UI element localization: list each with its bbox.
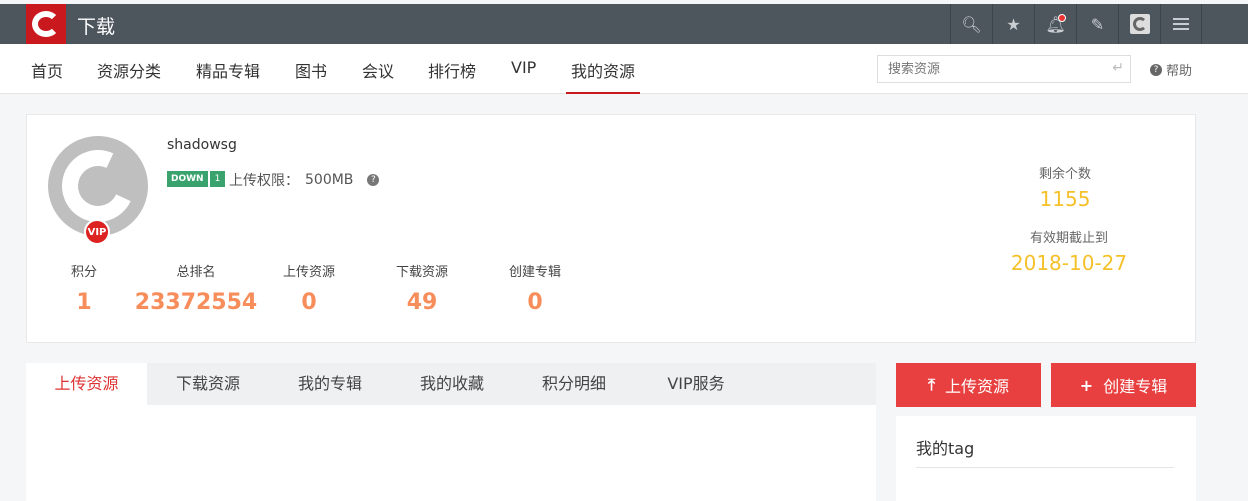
- username: shadowsg: [167, 137, 237, 153]
- stat-label: 积分: [70, 265, 97, 280]
- create-album-button[interactable]: + 创建专辑: [1051, 363, 1196, 407]
- question-icon[interactable]: ?: [367, 174, 380, 186]
- nav-vip[interactable]: VIP: [511, 58, 536, 94]
- avatar-mini-icon: [1129, 14, 1150, 34]
- stat-albums: 创建专辑 0: [495, 261, 575, 315]
- create-album-label: 创建专辑: [1103, 377, 1168, 396]
- vip-badge: VIP: [84, 219, 110, 245]
- top-icons: 🔍︎ ★ 🔔︎ ✎: [950, 4, 1202, 44]
- remaining-value: 1155: [1039, 187, 1091, 211]
- top-bar: 下载 🔍︎ ★ 🔔︎ ✎: [0, 4, 1252, 44]
- stat-value: 0: [527, 290, 543, 315]
- tab-favorites[interactable]: 我的收藏: [391, 363, 513, 405]
- upload-button-label: 上传资源: [945, 377, 1010, 396]
- tab-downloads[interactable]: 下载资源: [147, 363, 269, 405]
- help-icon: ?: [1150, 63, 1162, 76]
- stat-downloads: 下载资源 49: [382, 261, 462, 315]
- upload-limit: 上传权限： 500MB ?: [229, 170, 380, 190]
- nav-home[interactable]: 首页: [31, 58, 63, 94]
- divider: [916, 467, 1174, 468]
- nav-albums[interactable]: 精品专辑: [196, 58, 260, 94]
- nav-conference[interactable]: 会议: [362, 58, 394, 94]
- help-label: 帮助: [1166, 64, 1193, 79]
- tab-albums[interactable]: 我的专辑: [269, 363, 391, 405]
- search-input[interactable]: [878, 56, 1098, 82]
- logo-c-icon: [32, 11, 60, 37]
- expire-value: 2018-10-27: [1010, 251, 1128, 275]
- expire-label: 有效期截止到: [1029, 231, 1108, 246]
- star-icon[interactable]: ★: [992, 4, 1034, 44]
- badge-level-text: 1: [207, 171, 226, 187]
- notification-dot: [1058, 14, 1066, 22]
- stat-label: 下载资源: [395, 265, 448, 280]
- nav-categories[interactable]: 资源分类: [97, 58, 161, 94]
- tab-points[interactable]: 积分明细: [513, 363, 635, 405]
- download-level-badge: DOWN 1: [167, 171, 226, 187]
- stat-uploads: 上传资源 0: [269, 261, 349, 315]
- plus-icon: +: [1079, 375, 1094, 395]
- enter-icon[interactable]: ↵: [1112, 60, 1124, 76]
- resource-tabs: 上传资源 下载资源 我的专辑 我的收藏 积分明细 VIP服务: [26, 363, 876, 405]
- upload-resource-button[interactable]: ⤒ 上传资源: [896, 363, 1041, 407]
- nav-my-resources[interactable]: 我的资源: [566, 58, 641, 94]
- profile-card: VIP shadowsg DOWN 1 上传权限： 500MB ? 积分 1 总…: [26, 114, 1196, 343]
- stat-value: 23372554: [134, 290, 258, 315]
- upload-limit-value: 500MB: [305, 172, 354, 188]
- nav-ranking[interactable]: 排行榜: [428, 58, 476, 94]
- stat-value: 49: [406, 290, 438, 315]
- window-edge: [1248, 0, 1252, 501]
- remaining-label: 剩余个数: [1038, 167, 1091, 182]
- stat-label: 上传资源: [282, 265, 335, 280]
- stat-points: 积分 1: [60, 261, 108, 315]
- edit-icon[interactable]: ✎: [1076, 4, 1118, 44]
- tab-vip-service[interactable]: VIP服务: [635, 363, 757, 405]
- stat-rank: 总排名 23372554: [131, 261, 261, 315]
- upload-icon: ⤒: [927, 375, 936, 394]
- menu-button[interactable]: [1160, 4, 1202, 44]
- stat-label: 总排名: [176, 265, 216, 280]
- nav-bar: 首页 资源分类 精品专辑 图书 会议 排行榜 VIP 我的资源 ↵ ? 帮助: [0, 44, 1252, 94]
- upload-limit-label: 上传权限：: [229, 173, 299, 189]
- search-box: ↵: [877, 55, 1131, 83]
- stat-value: 1: [76, 290, 92, 315]
- search-icon[interactable]: 🔍︎: [950, 4, 992, 44]
- tab-content: [26, 405, 876, 501]
- tag-panel: 我的tag: [896, 416, 1196, 501]
- bell-icon[interactable]: 🔔︎: [1034, 4, 1076, 44]
- tag-panel-title: 我的tag: [916, 439, 975, 458]
- badge-down-text: DOWN: [167, 171, 208, 187]
- stat-label: 创建专辑: [508, 265, 561, 280]
- nav-books[interactable]: 图书: [295, 58, 327, 94]
- user-avatar-button[interactable]: [1118, 4, 1160, 44]
- help-link[interactable]: ? 帮助: [1150, 60, 1192, 79]
- hamburger-icon: [1173, 18, 1189, 30]
- csdn-logo[interactable]: [26, 4, 66, 44]
- site-title: 下载: [77, 16, 116, 38]
- tab-uploads[interactable]: 上传资源: [26, 363, 147, 405]
- stat-value: 0: [301, 290, 317, 315]
